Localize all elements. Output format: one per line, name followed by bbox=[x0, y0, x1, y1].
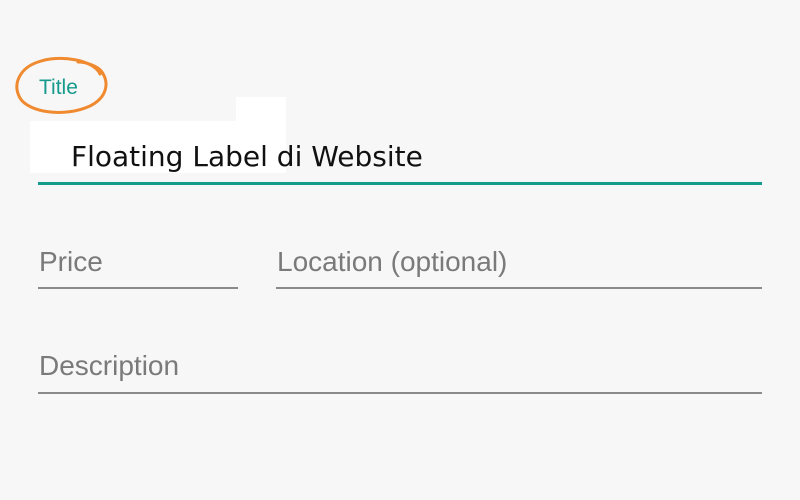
description-underline bbox=[38, 392, 762, 394]
title-underline-active bbox=[38, 182, 762, 185]
title-field[interactable]: Title Floating Label di Website bbox=[15, 56, 762, 188]
location-field[interactable]: Location (optional) bbox=[276, 246, 762, 289]
location-placeholder: Location (optional) bbox=[277, 246, 508, 277]
white-patch bbox=[236, 97, 286, 123]
description-field[interactable]: Description bbox=[38, 350, 762, 394]
price-placeholder: Price bbox=[39, 246, 103, 277]
description-placeholder: Description bbox=[39, 350, 180, 381]
title-input[interactable]: Floating Label di Website bbox=[71, 140, 423, 173]
location-underline bbox=[276, 287, 762, 289]
title-floating-label: Title bbox=[39, 76, 78, 99]
form-page: Title Floating Label di Website Price Lo… bbox=[0, 0, 800, 500]
price-underline bbox=[38, 287, 238, 289]
price-field[interactable]: Price bbox=[38, 246, 238, 289]
